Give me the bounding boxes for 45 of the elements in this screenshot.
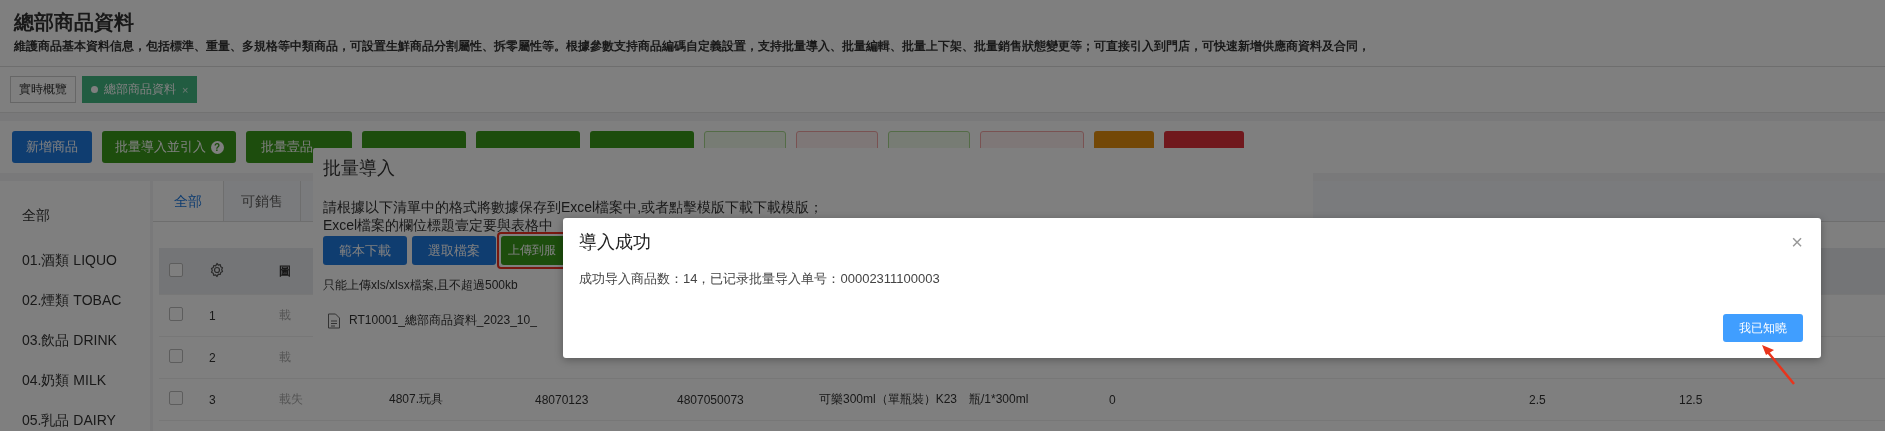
close-button[interactable]: × xyxy=(182,83,189,96)
column-header: 圖 xyxy=(279,263,291,278)
table-cell: 4807.玩具 xyxy=(389,392,444,406)
dialog-button[interactable]: 選取檔案 xyxy=(412,236,496,265)
checkbox[interactable] xyxy=(169,391,183,405)
table-cell: 3 xyxy=(209,392,216,407)
table-cell: 2.5 xyxy=(1529,392,1546,407)
upload-note: 只能上傳xls/xlsx檔案,且不超過500kb xyxy=(323,277,518,294)
close-button[interactable]: × xyxy=(1791,230,1803,254)
table-cell: 瓶/1*300ml xyxy=(969,392,1029,406)
page-description: 維護商品基本資料信息，包括標準、重量、多規格等中類商品，可設置生鮮商品分割屬性、拆零屬性等。根據參數支持商品編碼自定義設置，支持批量導入、批量編輯、批量上下架、批量銷售狀態變更等；可直接引入到門店，可快速新增供應商資料及合同， xyxy=(14,38,1371,55)
category-item[interactable]: 03.飲品 DRINK xyxy=(22,330,117,350)
table-cell: 可樂300ml（單瓶裝）K23 xyxy=(819,392,958,406)
table-cell: 12.5 xyxy=(1679,392,1703,407)
file-name[interactable]: RT10001_總部商品資料_2023_10_ xyxy=(349,312,537,329)
category-item[interactable]: 05.乳品 DAIRY xyxy=(22,410,116,430)
success-message: 成功导入商品数：14，已记录批量导入单号：00002311100003 xyxy=(579,270,941,288)
category-item[interactable]: 01.酒類 LIQUO xyxy=(22,250,117,270)
category-item[interactable]: 全部 xyxy=(22,205,50,225)
instruction-text: 請根據以下清單中的格式將數據保存到Excel檔案中,或者點擊模版下載下載模版； xyxy=(323,198,824,216)
table-cell: 0 xyxy=(1109,392,1116,407)
table-cell: 1 xyxy=(209,308,216,323)
checkbox[interactable] xyxy=(169,307,183,321)
checkbox[interactable] xyxy=(169,262,183,277)
instruction-text: Excel檔案的欄位標題壹定要與表格中 xyxy=(323,216,554,234)
file-icon xyxy=(327,312,341,329)
status-dot-icon xyxy=(91,86,98,93)
annotation-arrow xyxy=(1762,345,1795,385)
table-cell: 48070123 xyxy=(535,392,589,407)
page-tab[interactable]: 實時概覽 xyxy=(10,76,76,103)
table-cell: 2 xyxy=(209,350,216,365)
category-item[interactable]: 02.煙類 TOBAC xyxy=(22,290,122,310)
checkbox[interactable] xyxy=(169,349,183,363)
page-tab[interactable]: 總部商品資料 × xyxy=(82,76,198,103)
gear-icon[interactable] xyxy=(209,261,225,278)
confirm-button[interactable]: 我已知曉 xyxy=(1723,314,1803,342)
toolbar-button[interactable]: 批量導入並引入 ? xyxy=(102,131,236,163)
content-tab[interactable]: 可銷售 xyxy=(224,181,301,221)
content-tab[interactable]: 全部 xyxy=(153,181,224,221)
category-item[interactable]: 04.奶類 MILK xyxy=(22,370,107,390)
page-title: 總部商品資料 xyxy=(14,10,135,34)
table-cell: 4807050073 xyxy=(677,392,744,407)
help-icon[interactable]: ? xyxy=(210,140,224,154)
toolbar-button[interactable]: 新增商品 xyxy=(12,131,92,163)
dialog-button[interactable]: 範本下載 xyxy=(323,236,407,265)
